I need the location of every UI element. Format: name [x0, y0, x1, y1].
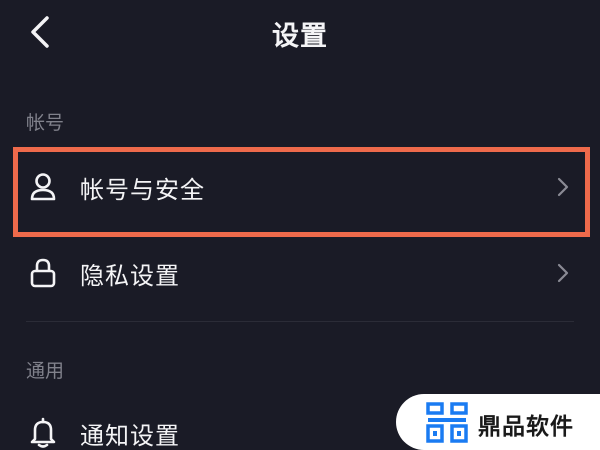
- section-header-general: 通用: [26, 360, 65, 382]
- lock-icon: [28, 258, 58, 288]
- row-label-notification-settings: 通知设置: [80, 421, 180, 450]
- watermark-text: 鼎品软件: [478, 414, 574, 440]
- nav-header: 设置: [0, 0, 600, 64]
- section-divider: [26, 321, 574, 322]
- bell-icon: [28, 417, 58, 448]
- section-header-account: 帐号: [26, 112, 65, 134]
- watermark-logo-icon: [426, 402, 468, 443]
- chevron-right-icon: [554, 261, 572, 285]
- page-title: 设置: [272, 21, 328, 52]
- watermark-badge: 鼎品软件: [396, 394, 600, 450]
- user-icon: [28, 172, 58, 202]
- row-account-security[interactable]: 帐号与安全: [0, 150, 600, 224]
- row-label-privacy-settings: 隐私设置: [80, 261, 180, 290]
- chevron-right-icon: [554, 175, 572, 199]
- row-label-account-security: 帐号与安全: [80, 175, 205, 204]
- row-privacy-settings[interactable]: 隐私设置: [0, 236, 600, 310]
- settings-screen: 设置 帐号 帐号与安全 隐私设置 通用 通知设置 鼎品软件: [0, 0, 600, 450]
